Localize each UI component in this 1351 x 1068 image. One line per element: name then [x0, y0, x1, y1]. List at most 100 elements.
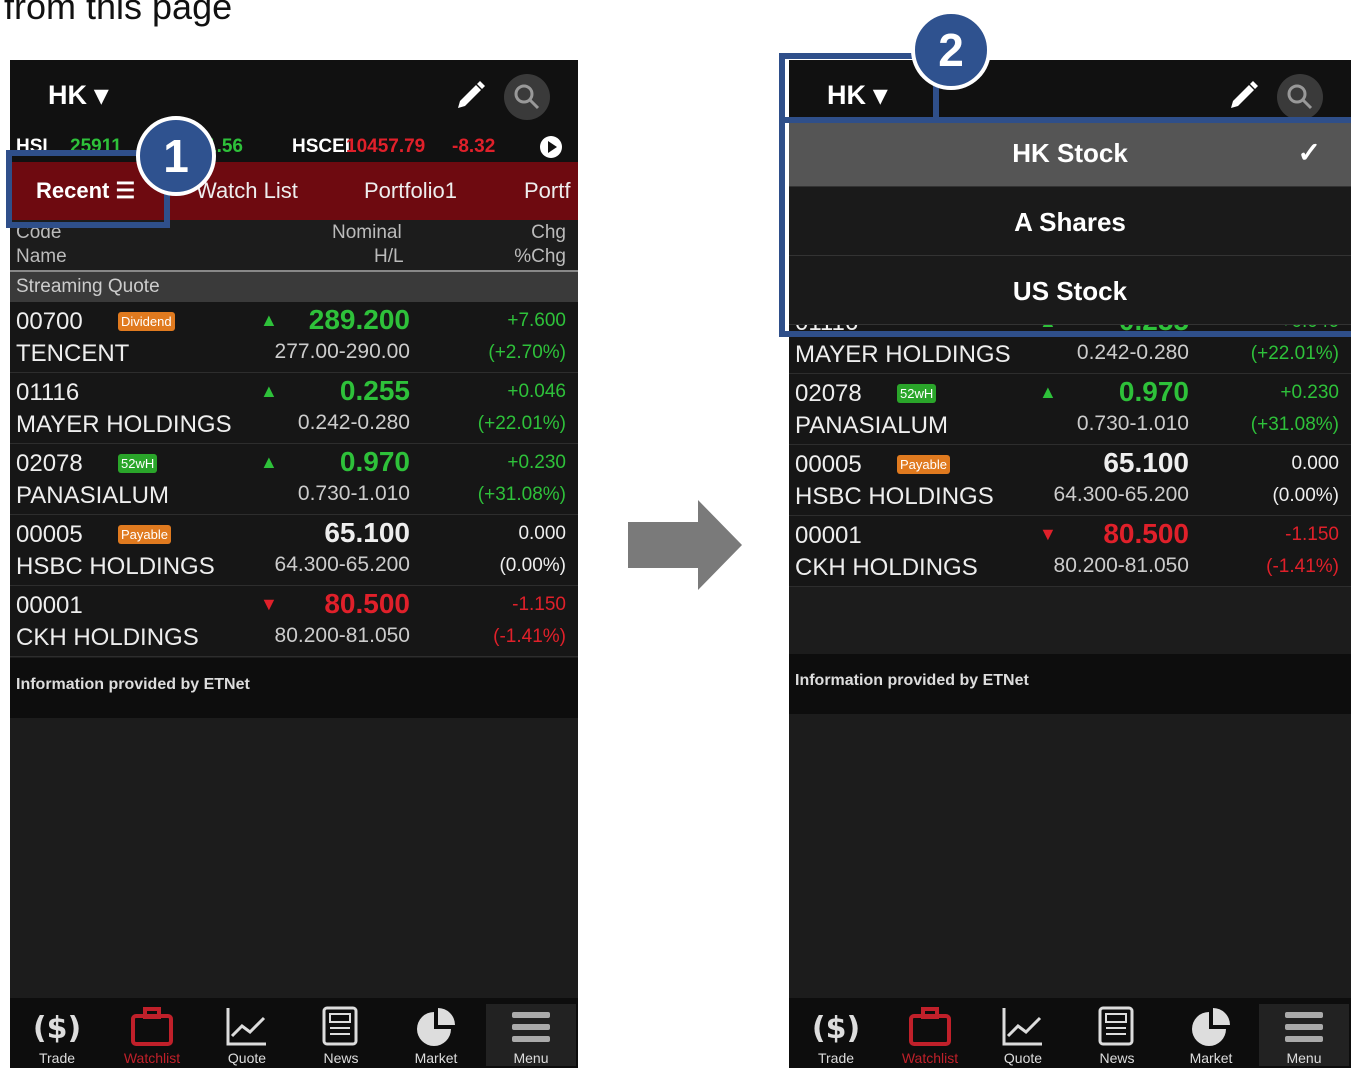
stock-price: 80.500: [1103, 518, 1189, 549]
stock-change: 0.000: [1291, 453, 1339, 474]
stock-high-low: 64.300-65.200: [274, 553, 410, 576]
stock-row[interactable]: 00005 HSBC HOLDINGS Payable 65.100 64.300-65…: [10, 515, 578, 586]
svg-text:($): ($): [813, 1011, 859, 1046]
nav-label: Menu: [1286, 1050, 1322, 1066]
info-provider: Information provided by ETNet: [10, 658, 578, 718]
stock-name: TENCENT: [16, 340, 130, 367]
col-hl: H/L: [374, 246, 404, 267]
nav-label: Watchlist: [123, 1050, 181, 1066]
stock-code: 02078: [16, 450, 83, 477]
nav-menu[interactable]: Menu: [486, 1004, 576, 1066]
stock-change: 0.000: [518, 523, 566, 544]
stock-change-pct: (+22.01%): [1250, 343, 1339, 364]
stock-row[interactable]: 00001 CKH HOLDINGS ▼ 80.500 80.200-81.050 -1.…: [10, 586, 578, 657]
stock-row[interactable]: 01116MAYER HOLDINGS▲0.2550.242-0.280+0.0…: [10, 373, 578, 444]
nav-dollar[interactable]: ($) Trade: [791, 1004, 881, 1066]
col-name: Name: [16, 246, 67, 267]
stock-row[interactable]: 00001 CKH HOLDINGS ▼ 80.500 80.200-81.050 -1.…: [789, 516, 1351, 587]
stock-row[interactable]: 00005 HSBC HOLDINGS Payable 65.100 64.300-65…: [789, 445, 1351, 516]
callout-box-dropdown: [779, 117, 1351, 337]
stock-change-pct: (-1.41%): [493, 626, 566, 647]
stock-name: CKH HOLDINGS: [16, 624, 199, 651]
nav-label: Trade: [817, 1050, 855, 1066]
stock-high-low: 0.242-0.280: [1076, 341, 1189, 364]
stock-price: 0.970: [1118, 376, 1189, 407]
nav-briefcase[interactable]: Watchlist: [107, 1004, 197, 1066]
tab-1[interactable]: Watch List: [196, 178, 298, 204]
nav-pie[interactable]: Market: [391, 1004, 481, 1066]
stock-change-pct: (+22.01%): [477, 413, 566, 434]
stock-code: 00005: [16, 521, 83, 548]
chart-icon: [978, 1004, 1068, 1050]
stock-row[interactable]: 02078 PANASIALUM 52wH ▲ 0.970 0.730-1.010 +0.2…: [789, 374, 1351, 445]
col-chg: Chg: [531, 222, 566, 243]
stock-name: MAYER HOLDINGS: [795, 341, 1011, 368]
edit-pencil-icon[interactable]: [1225, 78, 1261, 114]
search-button[interactable]: [504, 74, 550, 120]
ticker-item: 10457.79: [346, 136, 426, 157]
nav-menu[interactable]: Menu: [1259, 1004, 1349, 1066]
market-selector[interactable]: HK ▾: [48, 80, 108, 111]
stock-badge: 52wH: [897, 384, 937, 403]
top-bar: HK ▾: [10, 60, 578, 132]
stock-change-pct: (+31.08%): [1250, 414, 1339, 435]
stock-high-low: 0.730-1.010: [297, 482, 410, 505]
nav-dollar[interactable]: ($) Trade: [12, 1004, 102, 1066]
stock-change: +7.600: [507, 310, 566, 331]
stock-change: +0.230: [507, 452, 566, 473]
stock-price: 80.500: [324, 588, 410, 619]
stock-list: 00700TENCENTDividend▲289.200277.00-290.0…: [10, 302, 578, 657]
nav-label: Market: [1189, 1050, 1233, 1066]
stock-change-pct: (+31.08%): [477, 484, 566, 505]
nav-newspaper[interactable]: News: [296, 1004, 386, 1066]
tab-3[interactable]: Portf: [524, 178, 570, 204]
chart-icon: [202, 1004, 292, 1050]
stock-badge: 52wH: [118, 454, 158, 473]
nav-briefcase[interactable]: Watchlist: [885, 1004, 975, 1066]
stock-code: 00001: [16, 592, 83, 619]
newspaper-icon: [1072, 1004, 1162, 1050]
ticker-item: -8.32: [452, 136, 496, 157]
nav-label: Menu: [513, 1050, 549, 1066]
stock-row[interactable]: 00700TENCENTDividend▲289.200277.00-290.0…: [10, 302, 578, 373]
search-button[interactable]: [1277, 74, 1323, 120]
stock-price: 65.100: [1103, 447, 1189, 478]
stock-change-pct: (+2.70%): [488, 342, 566, 363]
stock-change: -1.150: [1285, 524, 1339, 545]
tab-2[interactable]: Portfolio1: [364, 178, 457, 204]
nav-label: Watchlist: [901, 1050, 959, 1066]
stock-name: CKH HOLDINGS: [795, 554, 978, 581]
arrow-right-icon: [628, 500, 742, 590]
stock-badge: Payable: [118, 525, 171, 544]
ticker-item: HSCEI: [292, 136, 351, 157]
nav-label: News: [323, 1050, 359, 1066]
search-icon: [514, 84, 540, 110]
col-nominal: Nominal: [332, 222, 402, 243]
stock-name: PANASIALUM: [16, 482, 169, 509]
stock-change-pct: (0.00%): [499, 555, 566, 576]
stock-row[interactable]: 02078 PANASIALUM 52wH ▲ 0.970 0.730-1.010 +0.2…: [10, 444, 578, 515]
dollar-icon: ($): [791, 1004, 881, 1050]
column-header: Code Name Nominal H/L Chg %Chg: [10, 222, 578, 272]
stock-high-low: 277.00-290.00: [274, 340, 410, 363]
stock-code: 00005: [795, 451, 862, 478]
ticker-play-icon[interactable]: [540, 136, 562, 158]
stock-change-pct: (0.00%): [1272, 485, 1339, 506]
nav-chart[interactable]: Quote: [202, 1004, 292, 1066]
col-pct: %Chg: [514, 246, 566, 267]
nav-newspaper[interactable]: News: [1072, 1004, 1162, 1066]
nav-label: Quote: [227, 1050, 267, 1066]
stock-high-low: 0.242-0.280: [297, 411, 410, 434]
stock-price: 0.970: [339, 446, 410, 477]
edit-pencil-icon[interactable]: [452, 78, 488, 114]
nav-chart[interactable]: Quote: [978, 1004, 1068, 1066]
stock-high-low: 64.300-65.200: [1053, 483, 1189, 506]
nav-pie[interactable]: Market: [1166, 1004, 1256, 1066]
nav-label: News: [1099, 1050, 1135, 1066]
nav-label: Market: [414, 1050, 458, 1066]
stock-name: MAYER HOLDINGS: [16, 411, 232, 438]
stock-change: -1.150: [512, 594, 566, 615]
stock-name: HSBC HOLDINGS: [795, 483, 994, 510]
stock-code: 02078: [795, 380, 862, 407]
stock-change-pct: (-1.41%): [1266, 556, 1339, 577]
